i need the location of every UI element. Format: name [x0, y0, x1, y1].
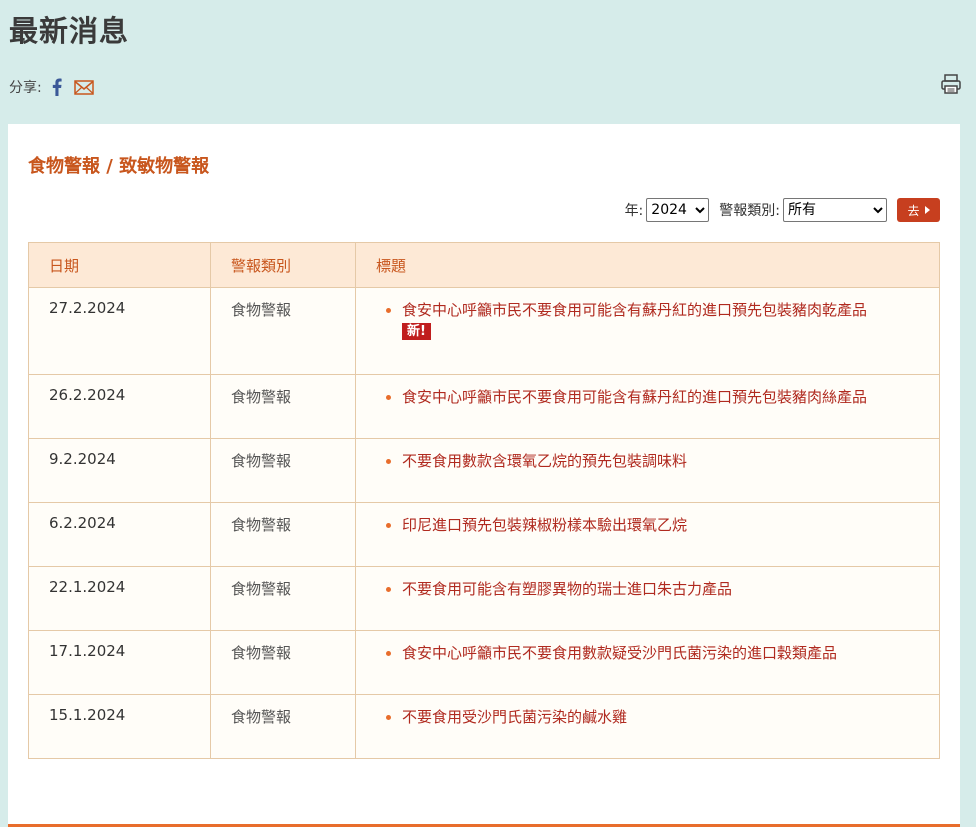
table-row: 9.2.2024 食物警報 不要食用數款含環氧乙烷的預先包裝調味料: [28, 438, 940, 503]
bullet-icon: [386, 308, 391, 313]
bullet-icon: [386, 587, 391, 592]
alert-title-link[interactable]: 食安中心呼籲市民不要食用數款疑受沙門氏菌污染的進口穀類產品: [386, 642, 909, 664]
title-cell: 印尼進口預先包裝辣椒粉樣本驗出環氧乙烷: [355, 502, 940, 567]
alert-type-cell: 食物警報: [210, 374, 356, 439]
title-cell: 不要食用數款含環氧乙烷的預先包裝調味料: [355, 438, 940, 503]
bullet-icon: [386, 715, 391, 720]
alert-title-link[interactable]: 不要食用數款含環氧乙烷的預先包裝調味料: [386, 450, 909, 472]
table-row: 17.1.2024 食物警報 食安中心呼籲市民不要食用數款疑受沙門氏菌污染的進口…: [28, 630, 940, 695]
alert-title-link[interactable]: 不要食用受沙門氏菌污染的鹹水雞: [386, 706, 909, 728]
go-button-label: 去: [907, 203, 920, 218]
table-row: 22.1.2024 食物警報 不要食用可能含有塑膠異物的瑞士進口朱古力產品: [28, 566, 940, 631]
title-cell: 食安中心呼籲市民不要食用可能含有蘇丹紅的進口預先包裝豬肉乾產品 新!: [355, 287, 940, 375]
date-cell: 15.1.2024: [28, 694, 211, 759]
share-bar: 分享:: [9, 77, 106, 97]
title-cell: 不要食用受沙門氏菌污染的鹹水雞: [355, 694, 940, 759]
alert-type-cell: 食物警報: [210, 438, 356, 503]
date-cell: 27.2.2024: [28, 287, 211, 375]
alert-type-cell: 食物警報: [210, 566, 356, 631]
filter-bar: 年: 2024 警報類別: 所有 去: [625, 198, 940, 222]
alert-title-text: 不要食用受沙門氏菌污染的鹹水雞: [402, 708, 628, 726]
email-icon[interactable]: [73, 79, 94, 95]
alert-type-label: 警報類別:: [719, 203, 780, 219]
alert-title-text: 食安中心呼籲市民不要食用可能含有蘇丹紅的進口預先包裝豬肉乾產品: [402, 301, 868, 319]
go-button[interactable]: 去: [897, 198, 940, 222]
alert-title-link[interactable]: 不要食用可能含有塑膠異物的瑞士進口朱古力產品: [386, 578, 909, 600]
title-cell: 食安中心呼籲市民不要食用數款疑受沙門氏菌污染的進口穀類產品: [355, 630, 940, 695]
header-title: 標題: [355, 242, 940, 288]
alert-type-select[interactable]: 所有: [783, 198, 887, 222]
date-cell: 22.1.2024: [28, 566, 211, 631]
alert-title-link[interactable]: 食安中心呼籲市民不要食用可能含有蘇丹紅的進口預先包裝豬肉絲產品: [386, 386, 909, 408]
table-row: 26.2.2024 食物警報 食安中心呼籲市民不要食用可能含有蘇丹紅的進口預先包…: [28, 374, 940, 439]
bullet-icon: [386, 523, 391, 528]
date-cell: 9.2.2024: [28, 438, 211, 503]
bullet-icon: [386, 459, 391, 464]
alert-title-link[interactable]: 食安中心呼籲市民不要食用可能含有蘇丹紅的進口預先包裝豬肉乾產品: [386, 299, 909, 321]
printer-icon: [940, 74, 962, 99]
print-button[interactable]: [940, 73, 962, 99]
title-cell: 不要食用可能含有塑膠異物的瑞士進口朱古力產品: [355, 566, 940, 631]
title-cell: 食安中心呼籲市民不要食用可能含有蘇丹紅的進口預先包裝豬肉絲產品: [355, 374, 940, 439]
alert-type-cell: 食物警報: [210, 287, 356, 375]
section-title: 食物警報 / 致敏物警報: [28, 156, 210, 177]
table-row: 15.1.2024 食物警報 不要食用受沙門氏菌污染的鹹水雞: [28, 694, 940, 759]
date-cell: 26.2.2024: [28, 374, 211, 439]
page-title: 最新消息: [9, 14, 130, 48]
alert-title-text: 不要食用可能含有塑膠異物的瑞士進口朱古力產品: [402, 580, 733, 598]
alert-title-text: 不要食用數款含環氧乙烷的預先包裝調味料: [402, 452, 688, 470]
new-badge: 新!: [402, 323, 431, 340]
alerts-panel: 食物警報 / 致敏物警報 年: 2024 警報類別: 所有 去 日期 警報類別 …: [8, 124, 960, 827]
header-alert-type: 警報類別: [210, 242, 356, 288]
table-row: 27.2.2024 食物警報 食安中心呼籲市民不要食用可能含有蘇丹紅的進口預先包…: [28, 287, 940, 375]
alert-title-text: 食安中心呼籲市民不要食用數款疑受沙門氏菌污染的進口穀類產品: [402, 644, 838, 662]
table-header-row: 日期 警報類別 標題: [28, 242, 940, 288]
alert-title-text: 印尼進口預先包裝辣椒粉樣本驗出環氧乙烷: [402, 516, 688, 534]
share-label: 分享:: [9, 80, 42, 96]
table-row: 6.2.2024 食物警報 印尼進口預先包裝辣椒粉樣本驗出環氧乙烷: [28, 502, 940, 567]
arrow-right-icon: [924, 206, 930, 214]
year-label: 年:: [624, 203, 644, 219]
date-cell: 6.2.2024: [28, 502, 211, 567]
facebook-icon[interactable]: [52, 78, 62, 96]
alerts-table: 日期 警報類別 標題 27.2.2024 食物警報 食安中心呼籲市民不要食用可能…: [28, 242, 940, 759]
alert-type-cell: 食物警報: [210, 630, 356, 695]
alert-type-cell: 食物警報: [210, 694, 356, 759]
alert-title-text: 食安中心呼籲市民不要食用可能含有蘇丹紅的進口預先包裝豬肉絲產品: [402, 388, 868, 406]
header-date: 日期: [28, 242, 211, 288]
bullet-icon: [386, 395, 391, 400]
bullet-icon: [386, 651, 391, 656]
alert-title-link[interactable]: 印尼進口預先包裝辣椒粉樣本驗出環氧乙烷: [386, 514, 909, 536]
alert-type-cell: 食物警報: [210, 502, 356, 567]
date-cell: 17.1.2024: [28, 630, 211, 695]
year-select[interactable]: 2024: [646, 198, 710, 222]
